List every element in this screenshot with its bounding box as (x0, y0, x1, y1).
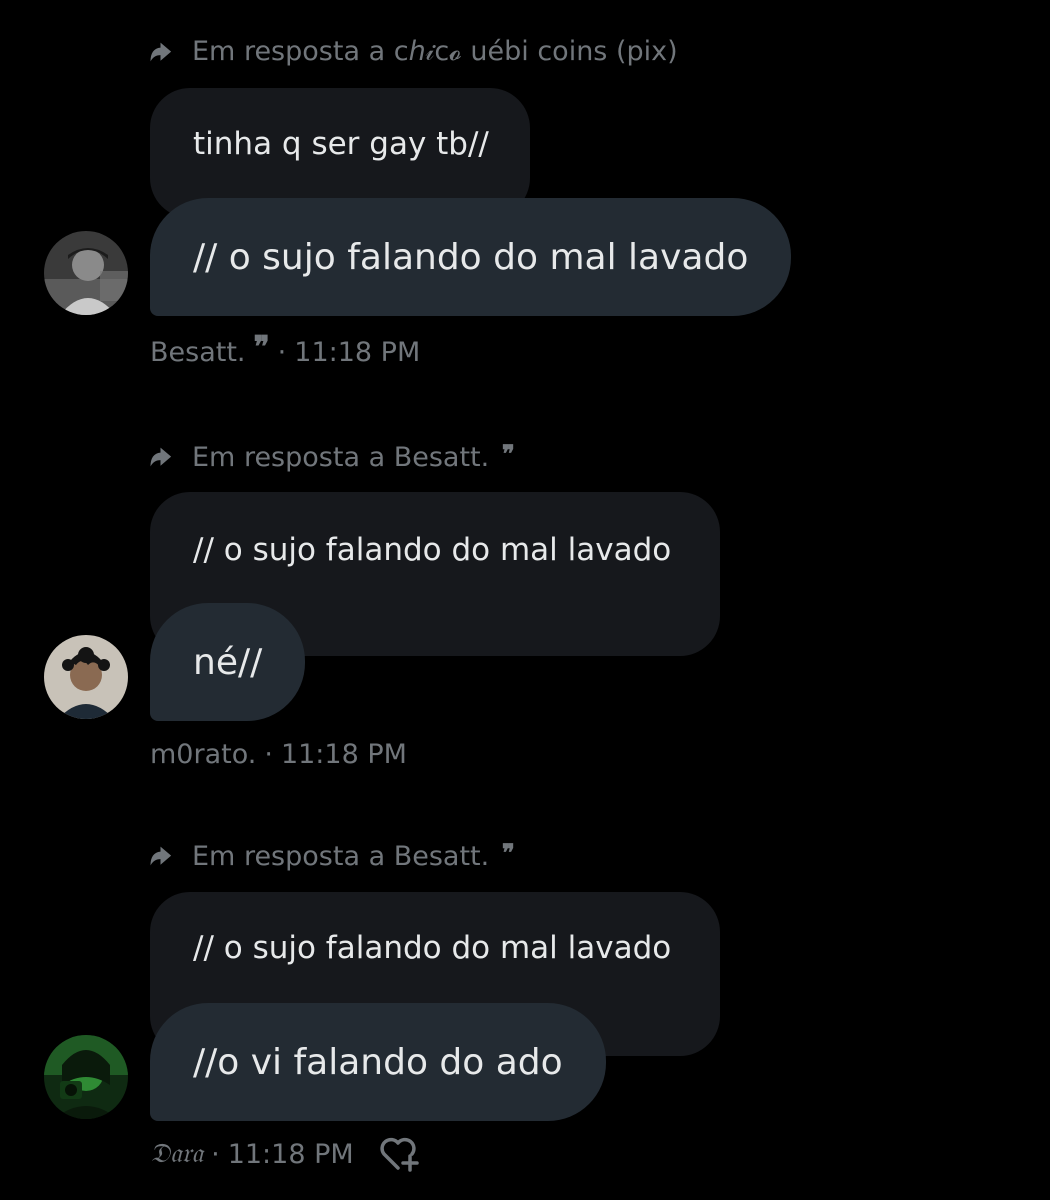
reply-target-quote-glyph: ❞ (501, 837, 515, 867)
avatar-photo-green (44, 1035, 128, 1119)
message-text: //o vi falando do ado (193, 1041, 563, 1083)
reply-context[interactable]: Em resposta a Besatt. ❞ (148, 437, 515, 477)
sender-name[interactable]: 𝔇𝔞𝔯𝔞 (150, 1138, 203, 1170)
reply-target: Besatt. (393, 840, 490, 872)
quoted-text: // o sujo falando do mal lavado (193, 930, 672, 966)
meta-separator: · (277, 336, 287, 368)
reply-context[interactable]: Em resposta a cℎ𝒾c𝓸 uébi coins (pix) (148, 32, 678, 72)
reply-arrow-icon (148, 841, 178, 871)
quoted-text: // o sujo falando do mal lavado (193, 532, 672, 568)
timestamp: 11:18 PM (227, 1138, 354, 1170)
sender-name[interactable]: Besatt. (150, 337, 246, 368)
message-bubble[interactable]: né// (150, 603, 306, 721)
message-meta: m0rato. · 11:18 PM (150, 734, 407, 774)
reply-target: cℎ𝒾c𝓸 uébi coins (pix) (393, 36, 678, 67)
timestamp: 11:18 PM (294, 336, 421, 368)
reply-prefix: Em resposta a (192, 36, 386, 67)
sender-quote-glyph: ❞ (253, 330, 270, 365)
add-reaction-heart-icon[interactable] (376, 1134, 420, 1174)
reply-target: Besatt. (393, 441, 490, 473)
message-meta: 𝔇𝔞𝔯𝔞 · 11:18 PM (150, 1134, 420, 1174)
avatar[interactable] (44, 231, 128, 315)
sender-name[interactable]: m0rato. (150, 739, 256, 770)
reply-context[interactable]: Em resposta a Besatt. ❞ (148, 836, 515, 876)
meta-separator: · (211, 1138, 220, 1170)
meta-separator: · (264, 738, 273, 770)
message-text: // o sujo falando do mal lavado (193, 236, 749, 278)
timestamp: 11:18 PM (280, 738, 407, 770)
message-text: né// (193, 641, 263, 683)
reply-prefix: Em resposta a (192, 441, 386, 473)
avatar[interactable] (44, 1035, 128, 1119)
avatar[interactable] (44, 635, 128, 719)
message-bubble[interactable]: // o sujo falando do mal lavado (150, 198, 792, 316)
reply-target-quote-glyph: ❞ (501, 438, 515, 468)
avatar-photo-grayscale (44, 231, 128, 315)
message-bubble[interactable]: //o vi falando do ado (150, 1003, 606, 1121)
reply-prefix: Em resposta a (192, 840, 386, 872)
avatar-photo-curly-hair (44, 635, 128, 719)
reply-arrow-icon (148, 442, 178, 472)
reply-arrow-icon (148, 37, 178, 67)
message-meta: Besatt. ❞ · 11:18 PM (150, 332, 420, 372)
quoted-text: tinha q ser gay tb// (193, 126, 489, 162)
